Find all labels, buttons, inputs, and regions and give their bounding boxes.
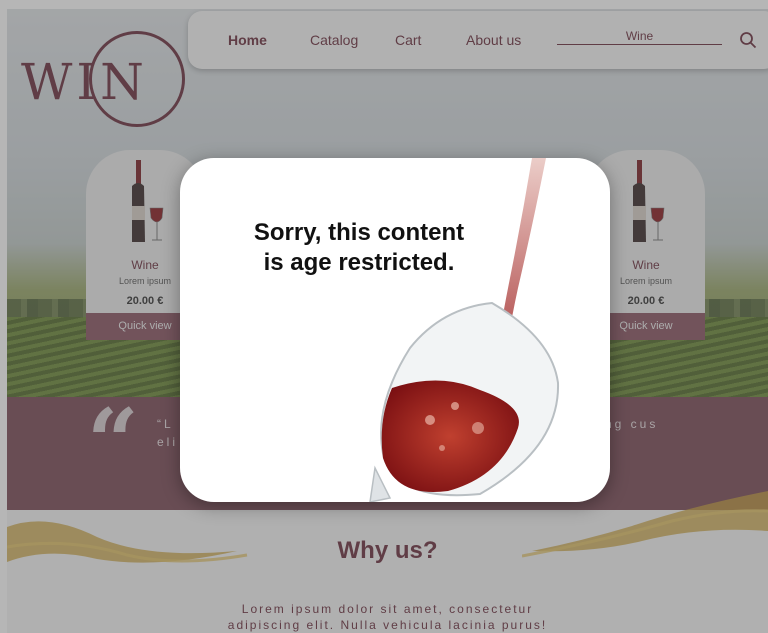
age-restriction-modal: Sorry, this content is age restricted. xyxy=(180,158,610,502)
message-line: Sorry, this content xyxy=(253,219,465,246)
wine-glass-pour-image xyxy=(369,158,560,502)
message-line: is age restricted. xyxy=(263,249,455,276)
age-restriction-message: Sorry, this content is age restricted. xyxy=(224,218,494,278)
